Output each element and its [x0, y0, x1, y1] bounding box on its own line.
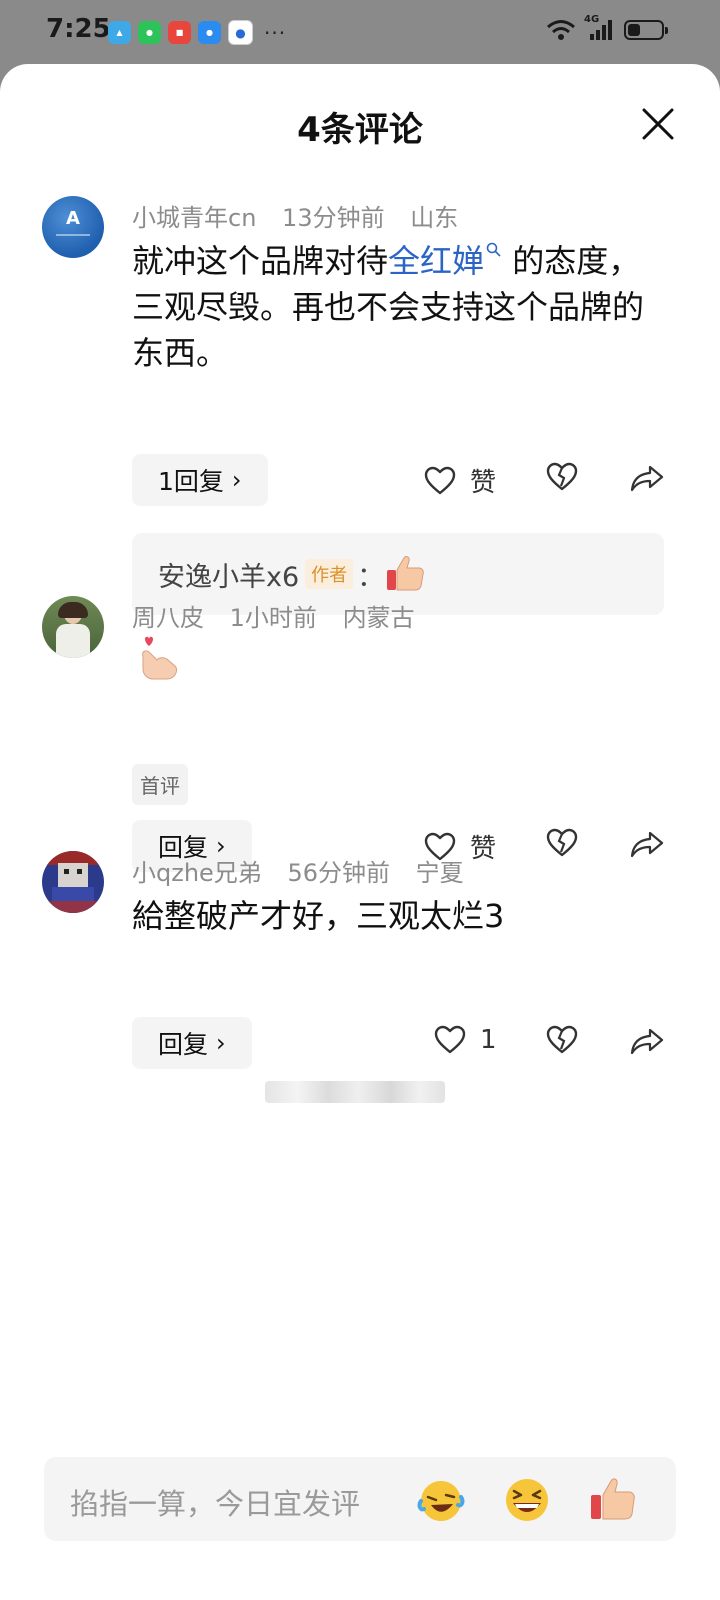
comment-time: 13分钟前 [282, 204, 385, 232]
avatar[interactable]: A [42, 196, 104, 258]
news-app-icon: ■ [168, 21, 191, 44]
wechat-icon: ● [138, 21, 161, 44]
chevron-right-icon: › [216, 1029, 226, 1057]
like-button[interactable]: 1 [434, 1025, 497, 1055]
comment-location: 宁夏 [415, 859, 464, 887]
reply-label: 回复 [158, 1030, 209, 1059]
finger-heart-emoji-icon [142, 636, 178, 680]
laughing-tears-emoji-icon[interactable] [416, 1475, 466, 1525]
reply-button[interactable]: 回复 › [132, 1017, 252, 1069]
grinning-squint-emoji-icon[interactable] [502, 1475, 552, 1525]
comment-location: 山东 [410, 204, 459, 232]
dislike-icon[interactable] [546, 828, 578, 858]
comment-input-placeholder[interactable]: 掐指一算，今日宜发评 [70, 1481, 360, 1523]
cellular-signal-icon: 4G [584, 14, 616, 42]
battery-icon [624, 20, 668, 40]
comment-text: 就冲这个品牌对待全红婵 的态度，三观尽毁。再也不会支持这个品牌的东西。 [132, 238, 672, 376]
loading-placeholder [265, 1081, 445, 1103]
status-time: 7:25 [46, 14, 111, 44]
like-count: 1 [480, 1025, 497, 1055]
comment-meta: 周八皮 1小时前 内蒙古 [132, 598, 433, 633]
thumbs-up-emoji-icon [387, 556, 424, 591]
comment-meta: 小qzhe兄弟 56分钟前 宁夏 [132, 853, 482, 888]
reply-separator: ： [357, 561, 385, 593]
share-icon[interactable] [630, 1027, 664, 1055]
share-icon[interactable] [630, 464, 664, 492]
search-icon [486, 242, 501, 257]
close-icon[interactable] [640, 106, 676, 142]
status-bar: 7:25 ▲ ● ■ ● ● ··· 4G [0, 0, 720, 64]
more-notifications-icon: ··· [264, 20, 287, 45]
comment-username[interactable]: 周八皮 [132, 604, 204, 632]
heart-icon [424, 466, 456, 494]
avatar[interactable] [42, 851, 104, 913]
like-button[interactable]: 赞 [424, 462, 496, 499]
first-comment-badge: 首评 [132, 764, 188, 805]
comment-text-part: 就冲这个品牌对待 [132, 242, 389, 280]
sheet-title: 4条评论 [297, 110, 423, 150]
chevron-right-icon: › [231, 466, 242, 494]
browser-app-icon: ● [228, 20, 253, 45]
thumbs-up-emoji-icon[interactable] [588, 1475, 638, 1525]
dislike-icon[interactable] [546, 462, 578, 492]
heart-icon [434, 1025, 466, 1054]
comment-meta: 小城青年cn 13分钟前 山东 [132, 198, 476, 233]
message-app-icon: ● [198, 21, 221, 44]
notification-icons: ▲ ● ■ ● ● ··· [108, 20, 286, 45]
dislike-icon[interactable] [546, 1025, 578, 1055]
comment-time: 1小时前 [229, 604, 317, 632]
comment-username[interactable]: 小城青年cn [132, 204, 256, 232]
comment-text: 給整破产才好，三观太烂3 [132, 897, 505, 935]
comment-username[interactable]: 小qzhe兄弟 [132, 859, 262, 887]
wifi-icon [547, 20, 575, 40]
comment-location: 内蒙古 [342, 604, 415, 632]
reply-username[interactable]: 安逸小羊x6 [158, 555, 299, 594]
topic-link-label: 全红婵 [388, 242, 485, 280]
comment-input-bar[interactable]: 掐指一算，今日宜发评 [44, 1457, 676, 1541]
status-right: 4G [546, 14, 668, 42]
app-notification-icon: ▲ [108, 21, 131, 44]
comment-time: 56分钟前 [287, 859, 390, 887]
author-badge: 作者 [305, 559, 354, 589]
comments-sheet: 4条评论 A 小城青年cn 13分钟前 山东 就冲这个品牌对待全红婵 的态度，三… [0, 64, 720, 1600]
view-replies-button[interactable]: 1回复 › [132, 454, 268, 506]
share-icon[interactable] [630, 830, 664, 858]
reply-count-label: 1回复 [158, 467, 224, 496]
avatar[interactable] [42, 596, 104, 658]
topic-link[interactable]: 全红婵 [388, 242, 502, 280]
like-label: 赞 [470, 468, 497, 498]
